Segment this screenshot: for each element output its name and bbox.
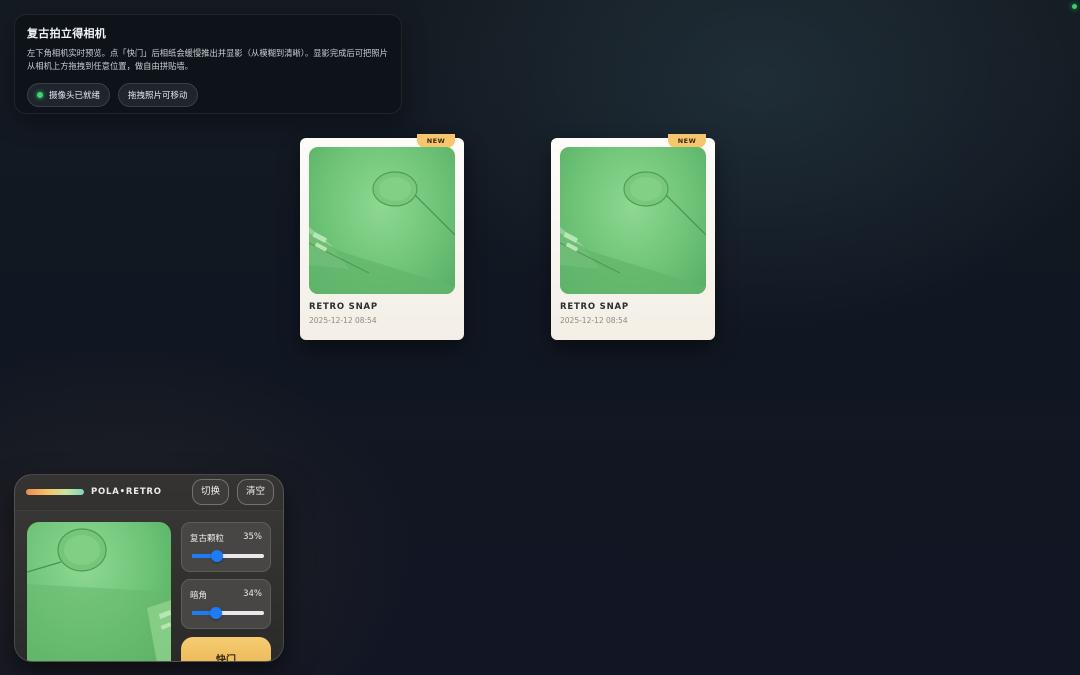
connection-status-dot xyxy=(1072,4,1077,9)
rainbow-stripe-icon xyxy=(26,489,84,495)
grain-slider-thumb[interactable] xyxy=(211,550,224,562)
grain-label: 复古颗粒 xyxy=(190,534,225,544)
vignette-slider[interactable] xyxy=(192,607,264,619)
camera-ready-label: 摄像头已就绪 xyxy=(49,91,101,101)
camera-brand: POLA•RETRO xyxy=(91,487,162,497)
photo-image xyxy=(560,147,706,294)
photo-date: 2025-12-12 08:54 xyxy=(309,316,377,325)
photo-scene xyxy=(560,171,706,294)
clear-button[interactable]: 清空 xyxy=(237,479,275,505)
grain-slider[interactable] xyxy=(192,550,264,562)
vignette-value: 34% xyxy=(243,589,262,599)
drag-hint-chip: 拖拽照片可移动 xyxy=(118,83,198,107)
camera-preview xyxy=(27,522,171,661)
preview-scene xyxy=(27,528,171,661)
vignette-label: 暗角 xyxy=(190,591,208,601)
shutter-button[interactable]: 快门 xyxy=(181,637,271,661)
photo-caption: RETRO SNAP xyxy=(560,302,629,312)
camera-ready-chip: 摄像头已就绪 xyxy=(27,83,111,107)
vignette-control: 暗角 34% xyxy=(181,579,271,629)
grain-value: 35% xyxy=(243,532,262,542)
new-badge: NEW xyxy=(668,134,706,148)
camera-widget[interactable]: POLA•RETRO 切换 清空 复古颗粒 35% 暗角 34% 快门 xyxy=(14,474,284,662)
grain-control: 复古颗粒 35% xyxy=(181,522,271,572)
camera-header: POLA•RETRO 切换 清空 xyxy=(15,475,283,511)
photo-image xyxy=(309,147,455,294)
info-title: 复古拍立得相机 xyxy=(27,27,107,40)
photo-caption: RETRO SNAP xyxy=(309,302,378,312)
info-description: 左下角相机实时预览。点「快门」后相纸会缓慢推出并显影（从模糊到清晰）。显影完成后… xyxy=(27,48,388,71)
polaroid-photo[interactable]: NEW RETRO SNAP 2025-12-12 08:54 xyxy=(551,134,715,340)
info-panel: 复古拍立得相机 左下角相机实时预览。点「快门」后相纸会缓慢推出并显影（从模糊到清… xyxy=(14,14,402,114)
info-chips: 摄像头已就绪 拖拽照片可移动 xyxy=(27,83,389,107)
vignette-slider-thumb[interactable] xyxy=(210,607,223,619)
ready-dot-icon xyxy=(37,92,43,98)
photo-scene xyxy=(309,171,455,294)
drag-hint-label: 拖拽照片可移动 xyxy=(128,91,188,101)
polaroid-photo[interactable]: NEW RETRO SNAP 2025-12-12 08:54 xyxy=(300,134,464,340)
photo-date: 2025-12-12 08:54 xyxy=(560,316,628,325)
new-badge: NEW xyxy=(417,134,455,148)
switch-camera-button[interactable]: 切换 xyxy=(192,479,230,505)
